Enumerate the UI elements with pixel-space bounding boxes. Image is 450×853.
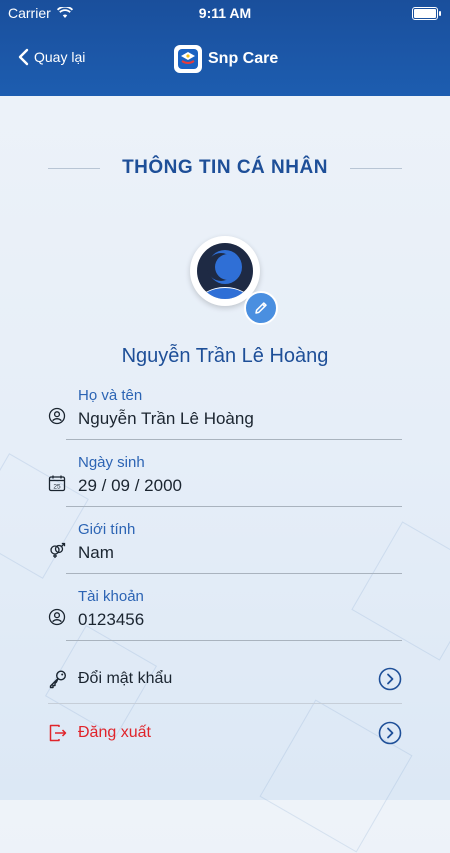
field-birthdate[interactable]: 25 Ngày sinh 29 / 09 / 2000 (48, 452, 402, 508)
field-value: 0123456 (78, 610, 145, 629)
field-value: 29 / 09 / 2000 (78, 476, 182, 495)
field-label: Họ và tên (78, 387, 143, 404)
app-brand: Snp Care (174, 45, 278, 73)
section-header: THÔNG TIN CÁ NHÂN (48, 155, 403, 181)
app-logo-icon (174, 45, 202, 73)
user-icon (48, 407, 66, 425)
avatar-placeholder-icon (197, 243, 253, 299)
status-time: 9:11 AM (198, 5, 252, 21)
field-gender[interactable]: Giới tính Nam (48, 519, 402, 575)
logout-icon (49, 724, 67, 742)
profile-name: Nguyễn Trần Lê Hoàng (121, 345, 329, 367)
field-value: Nguyễn Trần Lê Hoàng (78, 409, 254, 428)
chevron-right-circle-icon (378, 721, 402, 745)
field-value: Nam (78, 543, 114, 562)
chevron-right-circle-icon (378, 667, 402, 691)
field-full-name[interactable]: Họ và tên Nguyễn Trần Lê Hoàng (48, 385, 402, 441)
battery-icon (412, 7, 441, 20)
calendar-day: 25 (53, 483, 61, 490)
calendar-icon: 25 (48, 475, 66, 492)
page-title: THÔNG TIN CÁ NHÂN (122, 157, 328, 178)
status-bar: Carrier 9:11 AM (0, 0, 450, 26)
key-icon (49, 670, 67, 689)
back-button[interactable]: Quay lại (18, 48, 85, 66)
app-header: Carrier 9:11 AM Quay lại Snp Care (0, 0, 450, 96)
user-icon (48, 608, 66, 626)
chevron-left-icon (18, 48, 29, 66)
field-label: Giới tính (78, 521, 136, 538)
field-underline (66, 573, 402, 574)
change-password-button[interactable]: Đổi mật khẩu (48, 659, 402, 699)
field-account[interactable]: Tài khoản 0123456 (48, 586, 402, 642)
back-label: Quay lại (34, 49, 86, 65)
pencil-icon (255, 302, 267, 314)
gender-icon (50, 542, 66, 558)
app-name: Snp Care (208, 50, 279, 67)
change-password-label: Đổi mật khẩu (78, 670, 173, 687)
field-label: Ngày sinh (78, 454, 145, 471)
logout-button[interactable]: Đăng xuất (48, 713, 402, 753)
divider (48, 703, 402, 704)
field-underline (66, 640, 402, 641)
divider (48, 167, 101, 169)
edit-avatar-button[interactable] (244, 291, 278, 325)
field-underline (66, 439, 402, 440)
field-underline (66, 506, 402, 507)
field-label: Tài khoản (78, 588, 144, 605)
divider (349, 167, 403, 169)
logout-label: Đăng xuất (78, 724, 151, 741)
